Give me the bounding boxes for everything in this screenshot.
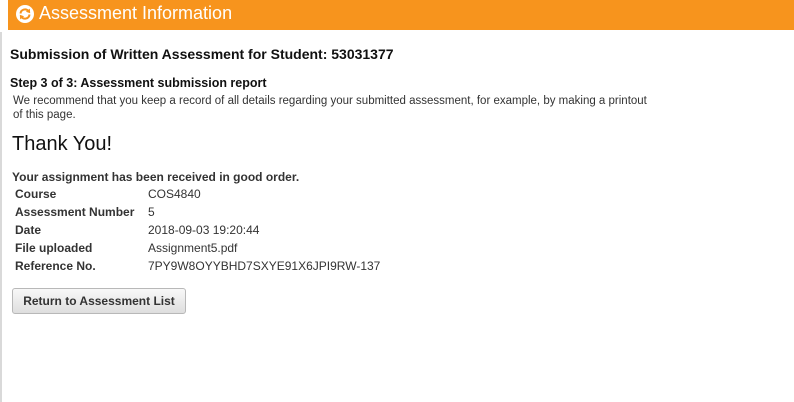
- detail-label: File uploaded: [15, 241, 93, 255]
- left-edge-divider: [0, 32, 2, 402]
- detail-value: COS4840: [148, 187, 201, 201]
- header-bar: Assessment Information: [8, 0, 794, 30]
- detail-value: 5: [148, 205, 155, 219]
- received-message: Your assignment has been received in goo…: [12, 170, 300, 184]
- header-title: Assessment Information: [39, 2, 233, 23]
- return-to-assessment-list-button[interactable]: Return to Assessment List: [12, 288, 186, 314]
- detail-row-file-uploaded: File uploaded Assignment5.pdf: [13, 239, 380, 257]
- detail-row-course: Course COS4840: [13, 185, 380, 203]
- recommendation-text: We recommend that you keep a record of a…: [13, 95, 647, 121]
- page-title: Submission of Written Assessment for Stu…: [10, 46, 394, 62]
- detail-value: Assignment5.pdf: [148, 241, 238, 255]
- detail-label: Date: [15, 223, 42, 237]
- detail-row-date: Date 2018-09-03 19:20:44: [13, 221, 380, 239]
- detail-label: Course: [15, 187, 57, 201]
- refresh-circle-icon: [16, 5, 34, 23]
- detail-value: 7PY9W8OYYBHD7SXYE91X6JPI9RW-137: [148, 259, 381, 273]
- detail-row-reference-no: Reference No. 7PY9W8OYYBHD7SXYE91X6JPI9R…: [13, 257, 380, 275]
- step-title: Step 3 of 3: Assessment submission repor…: [10, 76, 267, 90]
- submission-details-table: Course COS4840 Assessment Number 5 Date …: [13, 185, 380, 275]
- thank-you-heading: Thank You!: [12, 133, 113, 155]
- detail-value: 2018-09-03 19:20:44: [148, 223, 260, 237]
- detail-label: Assessment Number: [15, 205, 135, 219]
- detail-row-assessment-number: Assessment Number 5: [13, 203, 380, 221]
- detail-label: Reference No.: [15, 259, 96, 273]
